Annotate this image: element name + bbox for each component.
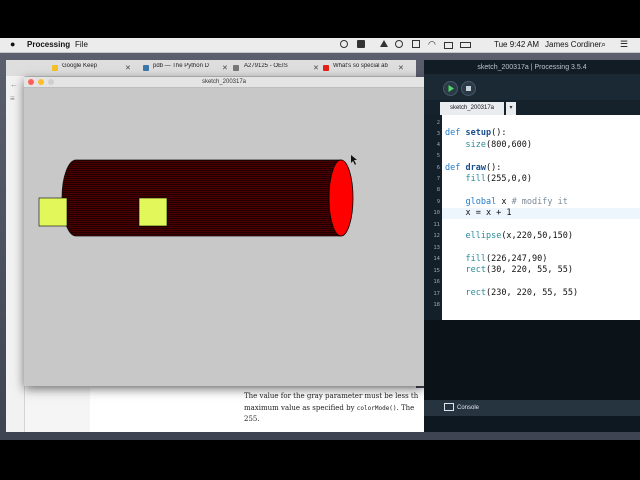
- ide-title: sketch_200317a | Processing 3.5.4: [477, 64, 587, 71]
- cylinder-body: [61, 159, 342, 237]
- search-icon[interactable]: ⌕: [601, 39, 606, 50]
- line-number: 13: [433, 245, 440, 251]
- stop-button[interactable]: [461, 81, 476, 96]
- tab-close-icon[interactable]: ✕: [398, 64, 404, 72]
- wifi-icon[interactable]: ◠: [428, 39, 436, 50]
- line-number: 16: [433, 279, 440, 285]
- browser-sidebar: ← ≡: [6, 76, 25, 432]
- doc-text-segment: . The: [396, 404, 415, 412]
- screen-icon[interactable]: [412, 40, 420, 48]
- yellow-rect-left: [38, 197, 68, 227]
- menu-icon[interactable]: ≡: [10, 94, 15, 103]
- sketch-window-title: sketch_200317a: [24, 77, 424, 88]
- line-number: 11: [433, 222, 440, 228]
- tab-oeis[interactable]: A279125 - OEIS: [244, 63, 309, 74]
- drive-icon[interactable]: [380, 40, 388, 47]
- line-number: 4: [436, 142, 440, 148]
- sync-icon[interactable]: [395, 40, 403, 48]
- moving-ellipse: [328, 159, 354, 237]
- console-label: Console: [457, 405, 480, 411]
- app-status-icon[interactable]: [357, 40, 365, 48]
- file-menu[interactable]: File: [75, 40, 88, 49]
- stop-icon: [466, 86, 471, 91]
- oeis-favicon-icon: [233, 65, 239, 71]
- line-number: 7: [436, 176, 440, 182]
- back-icon[interactable]: ←: [10, 80, 18, 89]
- line-number: 14: [433, 256, 440, 262]
- apple-icon[interactable]: ●: [10, 39, 15, 49]
- run-button[interactable]: [443, 81, 458, 96]
- code-line: ellipse(x,220,50,150): [465, 231, 573, 241]
- line-number: 2: [436, 120, 440, 126]
- code-line: global x # modify it: [465, 197, 568, 207]
- sketch-canvas[interactable]: [24, 88, 424, 386]
- close-window-button[interactable]: [28, 79, 34, 85]
- line-number: 10: [433, 210, 440, 216]
- code-line: fill(255,0,0): [465, 174, 533, 184]
- tab-sketch[interactable]: sketch_200317a: [440, 102, 504, 115]
- tab-close-icon[interactable]: ✕: [125, 64, 131, 72]
- youtube-favicon-icon: [323, 65, 329, 71]
- doc-line: 255.: [244, 415, 260, 423]
- menubar-user[interactable]: James Cordiner: [545, 40, 601, 49]
- tab-close-icon[interactable]: ✕: [313, 64, 319, 72]
- doc-line: The value for the gray parameter must be…: [244, 392, 419, 400]
- tab-youtube[interactable]: What's so special ab: [333, 63, 393, 74]
- ide-bottom-bar: [424, 416, 640, 432]
- line-number: 3: [436, 131, 440, 137]
- notification-center-icon[interactable]: ☰: [620, 39, 628, 50]
- console-icon: [444, 403, 454, 412]
- record-icon[interactable]: [340, 40, 348, 48]
- code-line: def setup():: [445, 128, 507, 138]
- line-number: 12: [433, 233, 440, 239]
- line-number: 5: [436, 153, 440, 159]
- line-number: 9: [436, 199, 440, 205]
- mouse-cursor-icon: [351, 155, 357, 165]
- python-favicon-icon: [143, 65, 149, 71]
- battery-icon[interactable]: [460, 42, 471, 48]
- menu-bar: ● Processing File ◠ Tue 9:42 AM James Co…: [0, 38, 640, 53]
- code-line: rect(230, 220, 55, 55): [465, 288, 579, 298]
- line-number: 6: [436, 165, 440, 171]
- code-line: fill(226,247,90): [465, 254, 548, 264]
- line-number: 15: [433, 268, 440, 274]
- menubar-clock[interactable]: Tue 9:42 AM: [494, 40, 539, 49]
- console-output: [424, 320, 640, 400]
- code-line: rect(30, 220, 55, 55): [465, 265, 573, 275]
- keep-favicon-icon: [52, 65, 58, 71]
- app-name-menu[interactable]: Processing: [27, 40, 70, 49]
- line-number: 18: [433, 302, 440, 308]
- minimize-window-button[interactable]: [38, 79, 44, 85]
- cylinder-trail: [61, 159, 354, 237]
- doc-line: maximum value as specified by colorMode(…: [244, 404, 414, 412]
- tab-close-icon[interactable]: ✕: [222, 64, 228, 72]
- yellow-rect-right: [138, 197, 168, 227]
- tab-pdb[interactable]: pdb — The Python D: [153, 63, 211, 74]
- code-line: def draw():: [445, 163, 502, 173]
- zoom-window-button[interactable]: [48, 79, 54, 85]
- doc-code-link[interactable]: colorMode(): [357, 405, 397, 412]
- code-line: x = x + 1: [445, 208, 512, 218]
- tab-menu-arrow-icon[interactable]: ▾: [506, 102, 516, 115]
- line-number: 17: [433, 291, 440, 297]
- display-icon[interactable]: [444, 42, 453, 49]
- tab-google-keep[interactable]: Google Keep: [62, 63, 117, 74]
- line-number: 8: [436, 187, 440, 193]
- code-line: size(800,600): [465, 140, 533, 150]
- doc-text-segment: maximum value as specified by: [244, 404, 357, 412]
- play-icon: [448, 85, 454, 92]
- console-button[interactable]: Console: [444, 402, 490, 414]
